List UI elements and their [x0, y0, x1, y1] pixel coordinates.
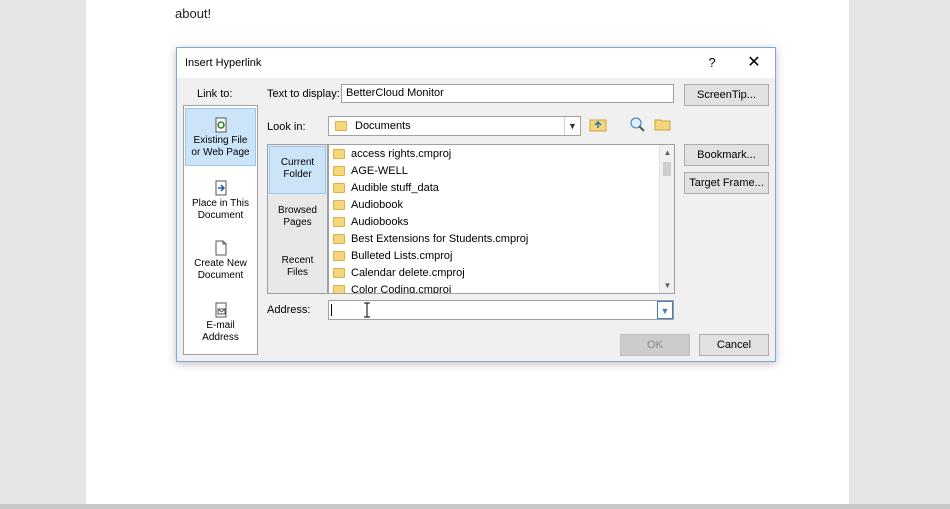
list-item[interactable]: Audible stuff_data [333, 179, 439, 196]
file-name: Audiobooks [351, 215, 409, 228]
look-in-nav: Current Folder Browsed Pages Recent File… [267, 144, 328, 294]
text-to-display-input[interactable]: BetterCloud Monitor [341, 84, 674, 103]
target-frame-button[interactable]: Target Frame... [684, 172, 769, 194]
link-to-existing-file[interactable]: Existing File or Web Page [185, 108, 256, 166]
link-to-label-2: or Web Page [191, 147, 250, 158]
folder-icon [333, 148, 345, 159]
chevron-down-icon[interactable]: ▼ [564, 117, 580, 135]
close-button[interactable]: ✕ [742, 53, 766, 73]
nav-current-folder[interactable]: Current Folder [269, 146, 326, 194]
folder-icon [333, 199, 345, 210]
help-button[interactable]: ? [700, 53, 724, 73]
folder-icon [335, 121, 347, 131]
up-folder-icon [589, 119, 607, 132]
link-to-label-1: Place in This [191, 198, 250, 209]
list-item[interactable]: AGE-WELL [333, 162, 408, 179]
up-folder-button[interactable] [587, 115, 609, 135]
nav-browsed-pages[interactable]: Browsed Pages [269, 205, 326, 245]
nav-label-1: Browsed [278, 205, 317, 216]
chevron-down-icon[interactable]: ▼ [657, 301, 673, 319]
folder-icon [333, 267, 345, 278]
text-cursor-pointer-icon [364, 302, 370, 318]
folder-icon [333, 182, 345, 193]
list-item[interactable]: Calendar delete.cmproj [333, 264, 465, 281]
nav-label-1: Recent [281, 255, 314, 266]
new-document-icon [215, 240, 226, 256]
horizontal-scrollbar[interactable] [0, 504, 950, 509]
folder-icon [333, 233, 345, 244]
open-folder-icon [654, 119, 671, 131]
nav-recent-files[interactable]: Recent Files [269, 255, 326, 295]
nav-label-1: Current [280, 157, 315, 168]
list-item[interactable]: Color Coding.cmproj [333, 281, 452, 294]
file-name: Bulleted Lists.cmproj [351, 249, 453, 262]
document-text: about! [175, 6, 212, 21]
link-to-place-in-document[interactable]: Place in This Document [185, 176, 256, 226]
file-name: Best Extensions for Students.cmproj [351, 232, 529, 245]
text-cursor [331, 304, 332, 316]
link-to-label-1: Existing File [193, 135, 248, 146]
browse-web-icon [630, 117, 645, 132]
dialog-titlebar: Insert Hyperlink ? ✕ [177, 48, 775, 78]
look-in-label: Look in: [267, 121, 306, 133]
list-item[interactable]: Audiobook [333, 196, 403, 213]
screentip-button[interactable]: ScreenTip... [684, 84, 769, 106]
browse-web-button[interactable] [626, 115, 648, 135]
list-item[interactable]: Bulleted Lists.cmproj [333, 247, 453, 264]
folder-icon [333, 216, 345, 227]
folder-icon [333, 250, 345, 261]
link-to-label: Link to: [197, 88, 233, 100]
look-in-value: Documents [355, 120, 411, 132]
link-to-label-1: Create New [194, 258, 247, 269]
file-name: Audible stuff_data [351, 181, 439, 194]
link-to-email-address[interactable]: E-mail Address [185, 298, 256, 348]
nav-label-2: Folder [283, 169, 312, 180]
dialog-title: Insert Hyperlink [185, 57, 262, 69]
scroll-down-icon[interactable]: ▼ [660, 278, 674, 293]
link-to-label-2: Document [197, 270, 244, 281]
file-name: Audiobook [351, 198, 403, 211]
look-in-select[interactable]: Documents ▼ [328, 116, 581, 136]
file-list-scrollbar[interactable]: ▲ ▼ [659, 145, 674, 293]
bookmark-button[interactable]: Bookmark... [684, 144, 769, 166]
link-to-panel: Existing File or Web Page Place in This … [183, 105, 258, 355]
place-in-document-icon [215, 180, 226, 196]
file-list[interactable]: access rights.cmproj AGE-WELL Audible st… [328, 144, 675, 294]
email-icon [215, 302, 226, 318]
file-name: Color Coding.cmproj [351, 283, 452, 294]
address-input[interactable]: ▼ [328, 300, 674, 320]
file-name: AGE-WELL [351, 164, 408, 177]
nav-label-2: Files [286, 267, 309, 278]
ok-button[interactable]: OK [620, 334, 690, 356]
file-name: Calendar delete.cmproj [351, 266, 465, 279]
link-to-create-new-document[interactable]: Create New Document [185, 236, 256, 286]
list-item[interactable]: Best Extensions for Students.cmproj [333, 230, 528, 247]
insert-hyperlink-dialog: Insert Hyperlink ? ✕ Link to: Existing F… [176, 47, 776, 362]
web-page-icon [215, 117, 226, 133]
cancel-button[interactable]: Cancel [699, 334, 769, 356]
link-to-label-2: Address [202, 332, 239, 343]
text-to-display-label: Text to display: [267, 88, 340, 100]
link-to-label-2: Document [197, 210, 244, 221]
folder-icon [333, 165, 345, 176]
nav-label-2: Pages [283, 217, 312, 228]
address-label: Address: [267, 304, 311, 316]
browse-file-button[interactable] [652, 115, 674, 135]
file-name: access rights.cmproj [351, 147, 452, 160]
scroll-up-icon[interactable]: ▲ [660, 145, 674, 160]
link-to-label-1: E-mail [206, 320, 235, 331]
folder-icon [333, 284, 345, 293]
list-item[interactable]: access rights.cmproj [333, 145, 451, 162]
list-item[interactable]: Audiobooks [333, 213, 409, 230]
scrollbar-thumb[interactable] [663, 162, 671, 176]
